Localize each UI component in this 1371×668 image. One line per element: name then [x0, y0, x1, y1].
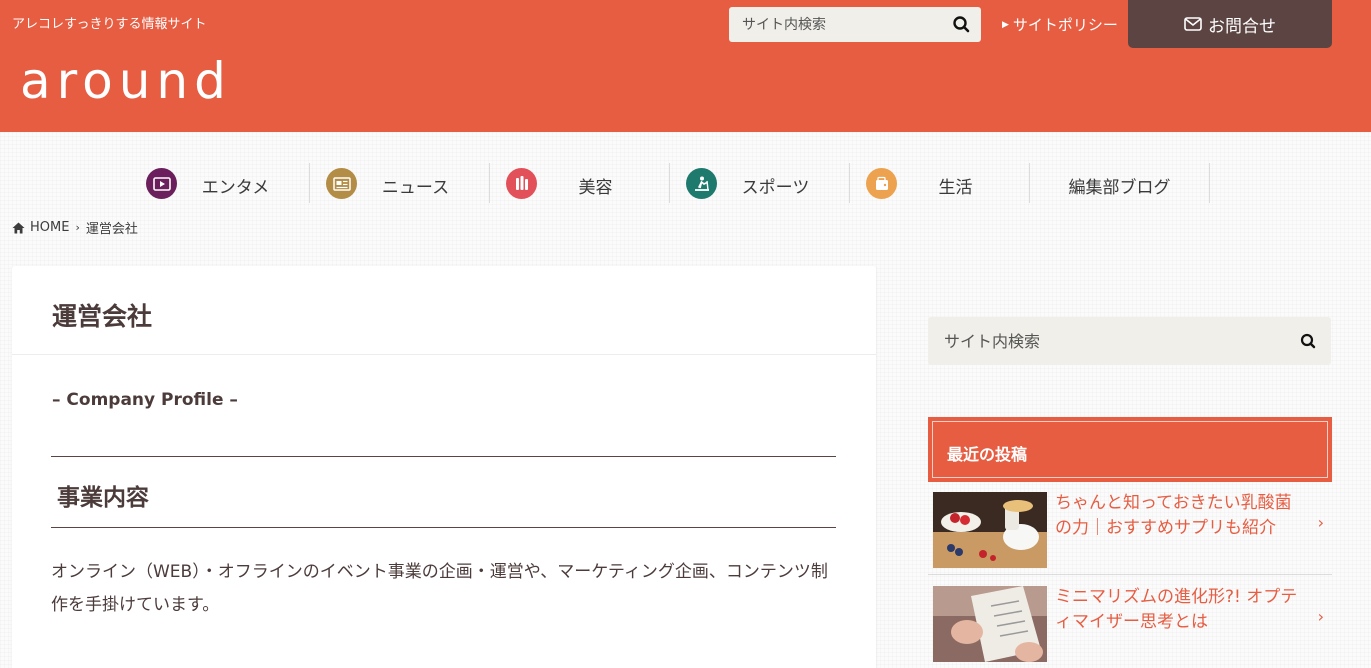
- page-title: 運営会社: [52, 302, 153, 331]
- nav-label: 美容: [578, 178, 613, 198]
- section-body: オンライン（WEB）・オフラインのイベント事業の企画・運営や、マーケティング企画…: [51, 562, 828, 615]
- site-policy-label: サイトポリシー: [1012, 16, 1118, 34]
- chevron-right-icon: ›: [75, 221, 80, 234]
- main-content: 運営会社 – Company Profile – 事業内容 オンライン（WEB）…: [12, 266, 876, 668]
- divider: [12, 354, 876, 355]
- breadcrumb-current: 運営会社: [85, 222, 138, 237]
- nav-item-sports[interactable]: スポーツ: [670, 163, 850, 203]
- breadcrumb: HOME › 運営会社: [12, 218, 138, 237]
- post-thumbnail[interactable]: [933, 492, 1047, 568]
- post-title[interactable]: ミニマリズムの進化形?! オプティマイザー思考とは: [1055, 585, 1307, 635]
- contact-button[interactable]: お問合せ: [1128, 0, 1332, 48]
- search-icon: [953, 16, 970, 33]
- home-icon: [12, 222, 25, 233]
- page-subtitle: – Company Profile –: [52, 390, 238, 410]
- nav-label: スポーツ: [741, 178, 810, 198]
- header-search: [729, 7, 981, 42]
- recent-post-item[interactable]: ちゃんと知っておきたい乳酸菌の力｜おすすめサプリも紹介 ›: [928, 483, 1332, 575]
- nav-label: ニュース: [381, 178, 450, 198]
- sidebar-search-input[interactable]: [928, 317, 1288, 365]
- site-policy-link[interactable]: ▶ サイトポリシー: [1002, 14, 1118, 35]
- mail-icon: [1184, 17, 1202, 31]
- site-header: アレコレすっきりする情報サイト around ▶ サイトポリシー お問合せ: [0, 0, 1371, 132]
- section-heading-block: 事業内容: [51, 456, 836, 528]
- chevron-right-icon: ›: [1317, 607, 1324, 626]
- contact-label: お問合せ: [1208, 16, 1276, 37]
- caret-right-icon: ▶: [1002, 19, 1009, 30]
- header-search-button[interactable]: [947, 7, 977, 42]
- header-search-input[interactable]: [729, 7, 944, 42]
- global-nav: エンタメ ニュース 美容 スポーツ 生活 編集部ブログ: [130, 163, 1210, 203]
- post-thumbnail[interactable]: [933, 586, 1047, 662]
- site-tagline: アレコレすっきりする情報サイト: [12, 17, 207, 32]
- nav-item-beauty[interactable]: 美容: [490, 163, 670, 203]
- nav-item-blog[interactable]: 編集部ブログ: [1030, 163, 1210, 203]
- post-title[interactable]: ちゃんと知っておきたい乳酸菌の力｜おすすめサプリも紹介: [1055, 491, 1307, 541]
- search-icon: [1300, 333, 1316, 349]
- nav-label: 編集部ブログ: [1068, 178, 1171, 198]
- nav-item-life[interactable]: 生活: [850, 163, 1030, 203]
- nav-label: エンタメ: [201, 178, 270, 198]
- nav-item-entertainment[interactable]: エンタメ: [130, 163, 310, 203]
- sidebar-search: [928, 317, 1331, 365]
- nav-label: 生活: [938, 178, 973, 198]
- site-logo[interactable]: around: [20, 56, 232, 106]
- section-heading: 事業内容: [57, 485, 149, 511]
- chevron-right-icon: ›: [1317, 513, 1324, 532]
- breadcrumb-home[interactable]: HOME: [30, 220, 69, 235]
- sidebar-search-button[interactable]: [1294, 326, 1324, 361]
- nav-item-news[interactable]: ニュース: [310, 163, 490, 203]
- recent-posts-heading: 最近の投稿: [928, 417, 1332, 482]
- recent-post-item[interactable]: ミニマリズムの進化形?! オプティマイザー思考とは ›: [928, 577, 1332, 668]
- widget-title: 最近の投稿: [932, 421, 1328, 478]
